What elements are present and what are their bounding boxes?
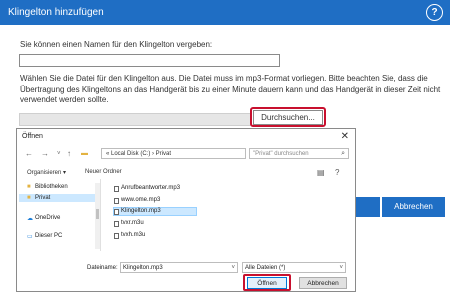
organize-menu[interactable]: Organisieren ▾ — [27, 169, 66, 176]
cloud-icon: ☁ — [27, 216, 33, 222]
sidebar-item-this-pc[interactable]: Dieser PC — [35, 233, 62, 239]
file-item-tvxh[interactable]: tvxh.m3u — [121, 232, 145, 238]
chevron-down-icon[interactable]: ˅ — [339, 263, 343, 273]
instructions-text: Wählen Sie die Datei für den Klingelton … — [20, 74, 441, 104]
file-type-value: Alle Dateien (*) — [245, 265, 286, 271]
folder-icon: ■ — [27, 195, 31, 201]
file-item-anrufbeantworter[interactable]: Anrufbeantworter.mp3 — [121, 185, 180, 191]
playlist-file-icon — [114, 221, 119, 227]
folder-icon: ■ — [27, 184, 31, 190]
filename-input[interactable]: Klingelton.mp3 ˅ — [120, 262, 238, 273]
folder-icon: ▬ — [81, 150, 88, 157]
dialog-title: Klingelton hinzufügen — [8, 7, 104, 18]
back-icon[interactable]: ← — [25, 149, 33, 158]
name-prompt: Sie können einen Namen für den Klingelto… — [20, 40, 213, 49]
audio-file-icon — [114, 186, 119, 192]
file-item-tvxr[interactable]: tvxr.m3u — [121, 220, 144, 226]
new-folder-button[interactable]: Neuer Ordner — [85, 169, 122, 175]
dialog-header: Klingelton hinzufügen ? — [0, 0, 450, 25]
file-open-dialog: Öffnen ✕ ← → ˅ ↑ ▬ « Local Disk (C:) › P… — [16, 128, 356, 292]
up-icon[interactable]: ↑ — [67, 149, 71, 158]
search-icon: ⌕ — [341, 150, 345, 157]
help-icon[interactable]: ? — [426, 4, 443, 21]
audio-file-icon — [114, 209, 119, 215]
address-bar[interactable]: « Local Disk (C:) › Privat — [101, 148, 246, 159]
browse-highlight — [250, 107, 326, 127]
playlist-file-icon — [114, 233, 119, 239]
ringtone-name-input[interactable] — [19, 54, 280, 67]
sidebar-item-onedrive[interactable]: OneDrive — [35, 215, 60, 221]
help-icon[interactable]: ? — [335, 168, 339, 177]
file-type-select[interactable]: Alle Dateien (*) ˅ — [242, 262, 346, 273]
forward-icon[interactable]: → — [41, 149, 49, 158]
sidebar-divider — [100, 179, 101, 251]
search-placeholder: "Privat" durchsuchen — [253, 151, 309, 157]
file-item-www-ome[interactable]: www.ome.mp3 — [121, 197, 160, 203]
close-icon[interactable]: ✕ — [341, 131, 349, 142]
filename-label: Dateiname: — [87, 265, 118, 271]
ok-button[interactable] — [355, 197, 380, 217]
view-options-icon[interactable]: ▤ — [317, 168, 325, 177]
cancel-button[interactable]: Abbrechen — [382, 197, 445, 217]
file-item-klingelton[interactable]: Klingelton.mp3 — [121, 208, 161, 214]
sidebar-item-privat[interactable]: Privat — [35, 195, 50, 201]
file-dialog-cancel-button[interactable]: Abbrechen — [299, 277, 347, 289]
chevron-down-icon[interactable]: ˅ — [231, 263, 235, 273]
file-path-field — [19, 113, 251, 126]
sidebar-scrollbar-thumb[interactable] — [96, 209, 99, 219]
audio-file-icon — [114, 198, 119, 204]
filename-value: Klingelton.mp3 — [123, 265, 163, 271]
sidebar-item-libraries[interactable]: Bibliotheken — [35, 184, 68, 190]
search-input[interactable]: "Privat" durchsuchen ⌕ — [249, 148, 349, 159]
computer-icon: ▭ — [27, 234, 33, 240]
recent-dropdown-icon[interactable]: ˅ — [57, 151, 61, 157]
open-highlight — [243, 274, 291, 291]
file-dialog-title: Öffnen — [22, 133, 43, 140]
